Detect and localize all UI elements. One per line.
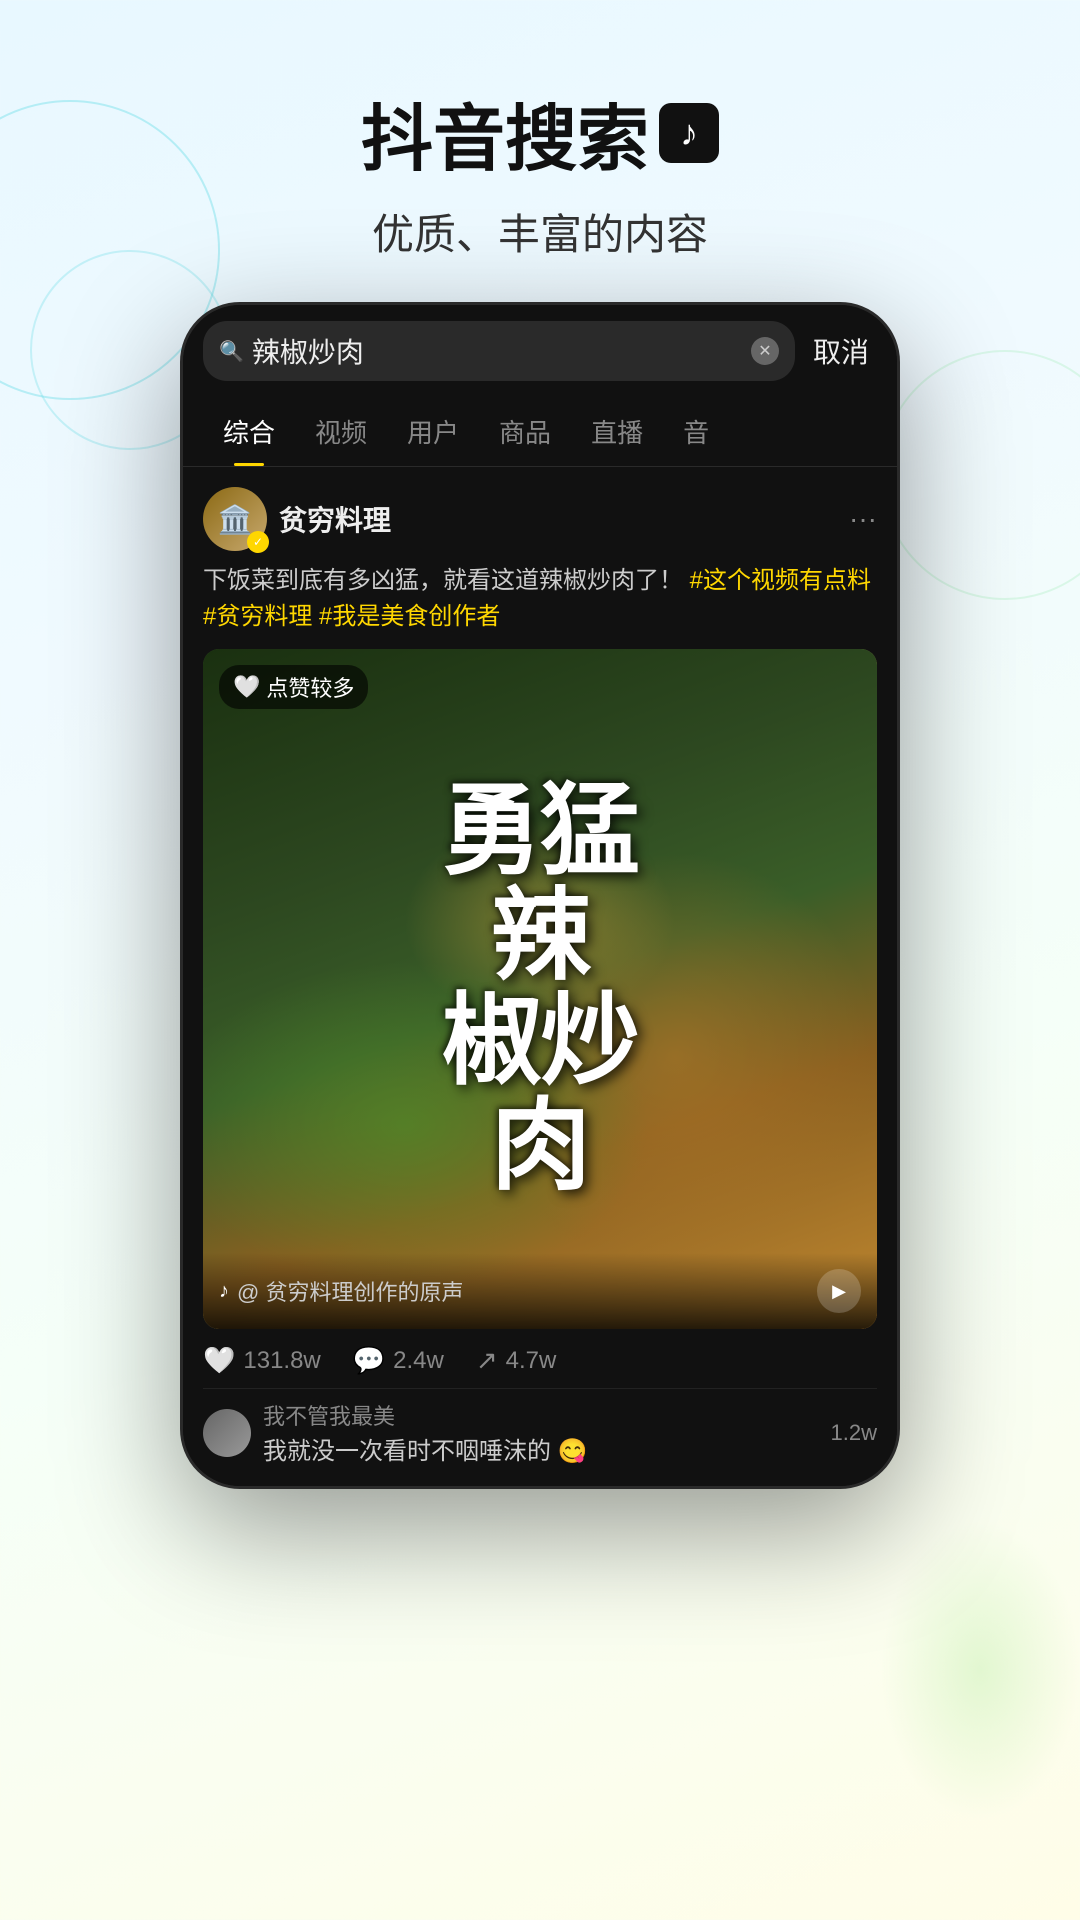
clear-search-button[interactable]: ✕: [751, 337, 779, 365]
app-title: 抖音搜索 ♪: [0, 80, 1080, 185]
tab-视频[interactable]: 视频: [295, 397, 387, 466]
desc-text: 下饭菜到底有多凶猛，就看这道辣椒炒肉了！: [203, 567, 683, 594]
tiktok-logo-icon: ♪: [659, 103, 719, 163]
phone-mockup: 🔍 辣椒炒肉 ✕ 取消 综合 视频 用户 商品 直播 音: [180, 302, 900, 1489]
tab-综合[interactable]: 综合: [203, 397, 295, 466]
avatar-emoji: 🏛️: [218, 503, 253, 536]
video-bottom-bar: ♪ @ 贫穷料理创作的原声 ▶: [203, 1253, 877, 1329]
hashtag-1[interactable]: #这个视频有点料: [690, 567, 871, 594]
hashtag-2[interactable]: #贫穷料理: [203, 603, 312, 630]
avatar: 🏛️ ✓: [203, 487, 267, 551]
comments-stat[interactable]: 💬 2.4w: [353, 1345, 444, 1376]
tab-用户[interactable]: 用户: [387, 397, 479, 466]
search-icon: 🔍: [219, 339, 244, 364]
video-overlay-text: 勇猛辣椒炒肉: [442, 779, 638, 1199]
hashtag-3[interactable]: #我是美食创作者: [319, 603, 500, 630]
comment-content: 我不管我最美 我就没一次看时不咽唾沫的 😋: [263, 1399, 819, 1466]
tab-直播[interactable]: 直播: [571, 397, 663, 466]
title-text: 抖音搜索: [361, 80, 649, 185]
cancel-button[interactable]: 取消: [805, 331, 877, 371]
more-options-icon[interactable]: ···: [849, 503, 877, 535]
search-bar: 🔍 辣椒炒肉 ✕ 取消: [183, 305, 897, 397]
likes-count: 131.8w: [243, 1347, 320, 1375]
comment-username: 我不管我最美: [263, 1399, 819, 1431]
subtitle-text: 优质、丰富的内容: [0, 201, 1080, 262]
shares-count: 4.7w: [506, 1347, 557, 1375]
comment-avatar: [203, 1409, 251, 1457]
tab-商品[interactable]: 商品: [479, 397, 571, 466]
username: 贫穷料理: [279, 499, 837, 539]
search-results: 🏛️ ✓ 贫穷料理 ··· 下饭菜到底有多凶猛，就看这道辣椒炒肉了！ #这个视频…: [183, 467, 897, 1486]
video-thumbnail[interactable]: 🤍 点赞较多 勇猛辣椒炒肉 ♪ @ 贫穷料理创作的原声 ▶: [203, 649, 877, 1329]
tab-音频[interactable]: 音: [663, 397, 729, 466]
video-source: @ 贫穷料理创作的原声: [237, 1275, 809, 1307]
result-user-row: 🏛️ ✓ 贫穷料理 ···: [203, 487, 877, 551]
search-tabs: 综合 视频 用户 商品 直播 音: [183, 397, 897, 467]
comments-count: 2.4w: [393, 1347, 444, 1375]
heart-stat-icon: 🤍: [203, 1345, 235, 1376]
phone-wrapper: 🔍 辣椒炒肉 ✕ 取消 综合 视频 用户 商品 直播 音: [0, 302, 1080, 1489]
shares-stat[interactable]: ↗ 4.7w: [476, 1345, 557, 1376]
comment-count: 1.2w: [831, 1420, 877, 1446]
tiktok-note-icon: ♪: [219, 1280, 229, 1303]
header-section: 抖音搜索 ♪ 优质、丰富的内容: [0, 0, 1080, 302]
comment-preview: 我不管我最美 我就没一次看时不咽唾沫的 😋 1.2w: [203, 1388, 877, 1466]
comment-text: 我就没一次看时不咽唾沫的 😋: [263, 1431, 819, 1466]
stats-row: 🤍 131.8w 💬 2.4w ↗ 4.7w: [203, 1329, 877, 1388]
video-text-overlay: 勇猛辣椒炒肉: [203, 649, 877, 1329]
verified-badge: ✓: [247, 531, 269, 553]
result-description: 下饭菜到底有多凶猛，就看这道辣椒炒肉了！ #这个视频有点料 #贫穷料理 #我是美…: [203, 563, 877, 635]
search-query: 辣椒炒肉: [252, 331, 743, 371]
search-input-wrap[interactable]: 🔍 辣椒炒肉 ✕: [203, 321, 795, 381]
play-button[interactable]: ▶: [817, 1269, 861, 1313]
likes-stat[interactable]: 🤍 131.8w: [203, 1345, 321, 1376]
share-stat-icon: ↗: [476, 1345, 498, 1376]
comment-stat-icon: 💬: [353, 1345, 385, 1376]
